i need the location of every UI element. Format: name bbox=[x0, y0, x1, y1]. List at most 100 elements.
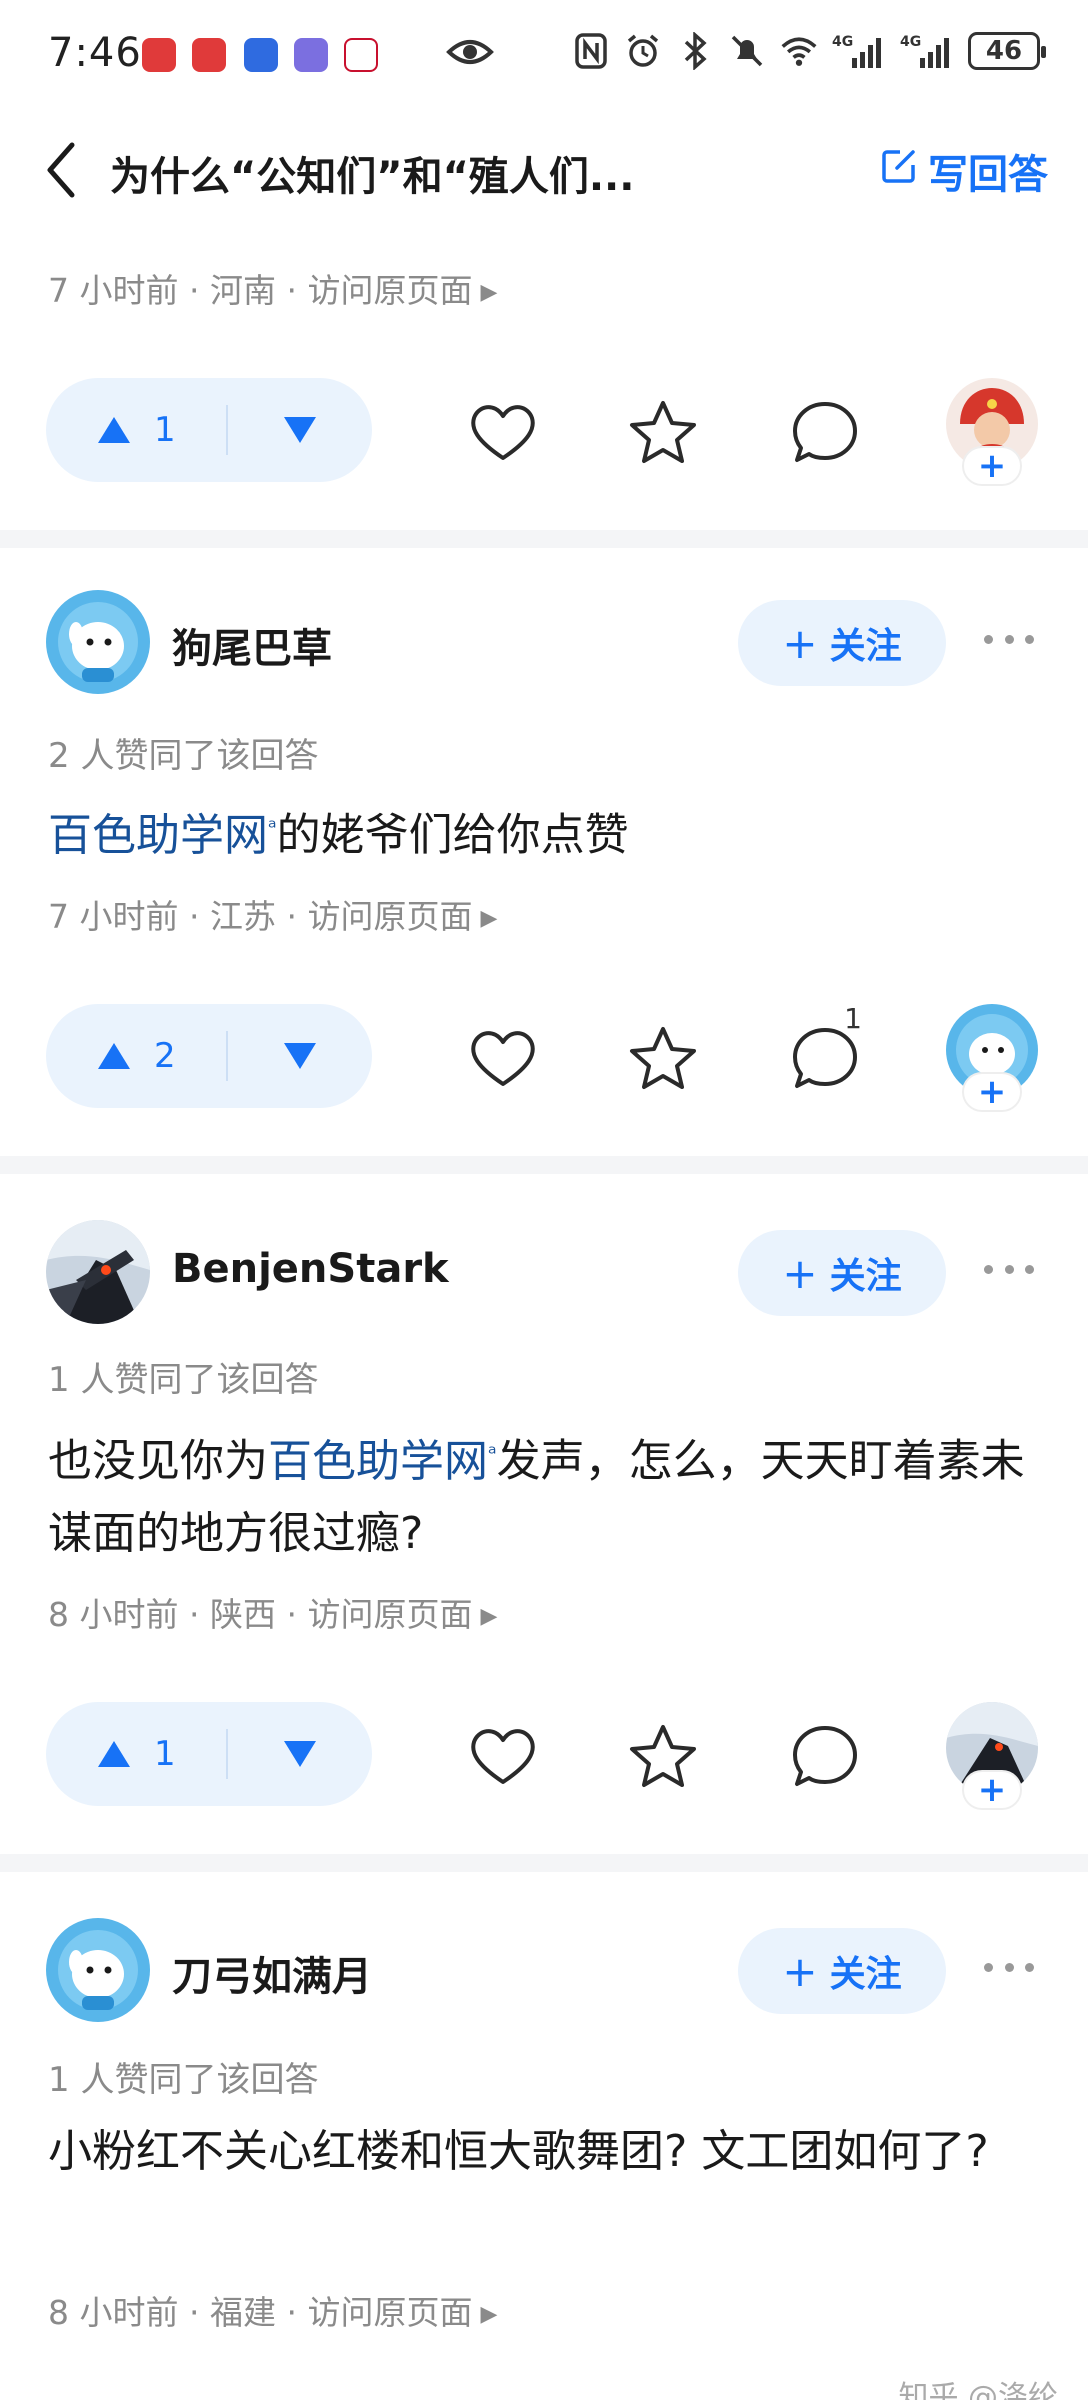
upvote-icon bbox=[98, 1043, 130, 1069]
author-avatar-follow[interactable]: + bbox=[946, 1004, 1038, 1112]
star-icon[interactable] bbox=[628, 1724, 698, 1788]
upvote-icon bbox=[98, 1741, 130, 1767]
section-divider bbox=[0, 1854, 1088, 1872]
meta-location: 江苏 bbox=[209, 897, 276, 936]
author-avatar-follow[interactable]: + bbox=[946, 378, 1038, 486]
downvote-button[interactable] bbox=[228, 1041, 372, 1071]
plus-icon: + bbox=[962, 1770, 1022, 1810]
view-original-link[interactable]: 访问原页面 bbox=[307, 2293, 472, 2332]
more-icon[interactable] bbox=[984, 1254, 1034, 1284]
answer-author-row: 狗尾巴草 + 关注 bbox=[0, 586, 1088, 696]
downvote-button[interactable] bbox=[228, 415, 372, 445]
search-keyword-link[interactable]: 百色助学网ᵃ bbox=[268, 1436, 497, 1487]
upvote-icon bbox=[98, 417, 130, 443]
follow-button[interactable]: + 关注 bbox=[738, 1230, 946, 1316]
vote-pill: 1 bbox=[46, 378, 372, 482]
play-triangle-icon: ▶ bbox=[480, 280, 498, 305]
more-icon[interactable] bbox=[984, 1952, 1034, 1982]
watermark: 知乎 @涤纶 bbox=[898, 2380, 1058, 2400]
keyword-text: 百色助学网 bbox=[48, 809, 268, 861]
nfc-icon bbox=[572, 30, 610, 72]
answer-content[interactable]: 百色助学网ᵃ的姥爷们给你点赞 bbox=[48, 792, 1048, 872]
avatar[interactable] bbox=[46, 1220, 150, 1324]
comment-icon[interactable]: 1 bbox=[790, 1002, 862, 1090]
comment-icon[interactable] bbox=[790, 1724, 860, 1788]
eye-comfort-icon bbox=[446, 34, 494, 74]
vote-pill: 1 bbox=[46, 1702, 372, 1806]
avatar[interactable] bbox=[46, 590, 150, 694]
plus-icon: + bbox=[782, 1946, 818, 1996]
back-arrow-icon[interactable] bbox=[44, 140, 84, 200]
comment-icon[interactable] bbox=[790, 400, 860, 464]
view-original-link[interactable]: 访问原页面 bbox=[307, 271, 472, 310]
answer-meta: 7 小时前 · 江苏 · 访问原页面 ▶ bbox=[48, 897, 498, 936]
play-triangle-icon: ▶ bbox=[480, 1604, 498, 1629]
search-mini-icon: ᵃ bbox=[268, 815, 277, 840]
question-title[interactable]: 为什么“公知们”和“殖人们... bbox=[110, 144, 634, 202]
downvote-button[interactable] bbox=[228, 1739, 372, 1769]
heart-icon[interactable] bbox=[468, 400, 538, 464]
follow-label: 关注 bbox=[829, 626, 902, 667]
alarm-icon bbox=[624, 30, 662, 72]
meta-location: 陕西 bbox=[209, 1595, 276, 1634]
author-name[interactable]: 狗尾巴草 bbox=[172, 616, 332, 674]
content-text: 的姥爷们给你点赞 bbox=[276, 809, 629, 861]
meta-time: 8 小时前 bbox=[48, 1595, 179, 1634]
meta-time: 8 小时前 bbox=[48, 2293, 179, 2332]
huawei-app-icon-2 bbox=[192, 38, 226, 72]
answer-content[interactable]: 也没见你为百色助学网ᵃ发声，怎么，天天盯着素未谋面的地方很过瘾? bbox=[48, 1418, 1048, 1570]
section-divider bbox=[0, 1156, 1088, 1174]
more-icon[interactable] bbox=[984, 624, 1034, 654]
svg-text:4G: 4G bbox=[832, 34, 853, 50]
violet-app-icon bbox=[294, 38, 328, 72]
agree-count: 1 人赞同了该回答 bbox=[48, 1360, 319, 1400]
blue-app-icon bbox=[244, 38, 278, 72]
answer-author-row: BenjenStark + 关注 bbox=[0, 1216, 1088, 1326]
write-answer-button[interactable]: 写回答 bbox=[880, 142, 1048, 200]
answer-author-row: 刀弓如满月 + 关注 bbox=[0, 1914, 1088, 2024]
upvote-count: 1 bbox=[154, 1734, 176, 1774]
kfc-app-icon bbox=[344, 38, 378, 72]
view-original-link[interactable]: 访问原页面 bbox=[307, 1595, 472, 1634]
search-keyword-link[interactable]: 百色助学网ᵃ bbox=[48, 810, 277, 861]
answer-meta: 8 小时前 · 陕西 · 访问原页面 ▶ bbox=[48, 1595, 498, 1634]
keyword-text: 百色助学网 bbox=[268, 1435, 488, 1487]
plus-icon: + bbox=[782, 1248, 818, 1298]
upvote-count: 2 bbox=[154, 1036, 176, 1076]
huawei-app-icon bbox=[142, 38, 176, 72]
upvote-button[interactable]: 1 bbox=[46, 1734, 226, 1774]
section-divider bbox=[0, 530, 1088, 548]
author-name[interactable]: 刀弓如满月 bbox=[172, 1944, 372, 2002]
star-icon[interactable] bbox=[628, 1026, 698, 1090]
follow-button[interactable]: + 关注 bbox=[738, 1928, 946, 2014]
comment-count: 1 bbox=[844, 1002, 862, 1035]
author-avatar-follow[interactable]: + bbox=[946, 1702, 1038, 1810]
wifi-icon bbox=[780, 30, 818, 72]
answer-content[interactable]: 小粉红不关心红楼和恒大歌舞团? 文工团如何了? bbox=[48, 2116, 1048, 2188]
top-nav: 为什么“公知们”和“殖人们... 写回答 bbox=[0, 130, 1088, 214]
star-icon[interactable] bbox=[628, 400, 698, 464]
vote-pill: 2 bbox=[46, 1004, 372, 1108]
search-mini-icon: ᵃ bbox=[488, 1441, 497, 1466]
plus-icon: + bbox=[782, 618, 818, 668]
downvote-icon bbox=[284, 417, 316, 443]
bluetooth-icon bbox=[676, 30, 714, 72]
upvote-button[interactable]: 2 bbox=[46, 1036, 226, 1076]
write-answer-label: 写回答 bbox=[928, 152, 1048, 198]
heart-icon[interactable] bbox=[468, 1724, 538, 1788]
author-name[interactable]: BenjenStark bbox=[172, 1246, 449, 1292]
view-original-link[interactable]: 访问原页面 bbox=[307, 897, 472, 936]
answer-actions: 2 1 + bbox=[0, 1002, 1088, 1112]
battery-indicator: 46 bbox=[968, 32, 1046, 70]
upvote-button[interactable]: 1 bbox=[46, 410, 226, 450]
heart-icon[interactable] bbox=[468, 1026, 538, 1090]
edit-icon bbox=[880, 147, 918, 195]
avatar[interactable] bbox=[46, 1918, 150, 2022]
follow-button[interactable]: + 关注 bbox=[738, 600, 946, 686]
content-text: 也没见你为 bbox=[48, 1435, 268, 1487]
plus-icon: + bbox=[962, 446, 1022, 486]
downvote-icon bbox=[284, 1741, 316, 1767]
meta-location: 福建 bbox=[209, 2293, 276, 2332]
play-triangle-icon: ▶ bbox=[480, 2302, 498, 2327]
signal-icon-2: 4G bbox=[900, 30, 954, 72]
